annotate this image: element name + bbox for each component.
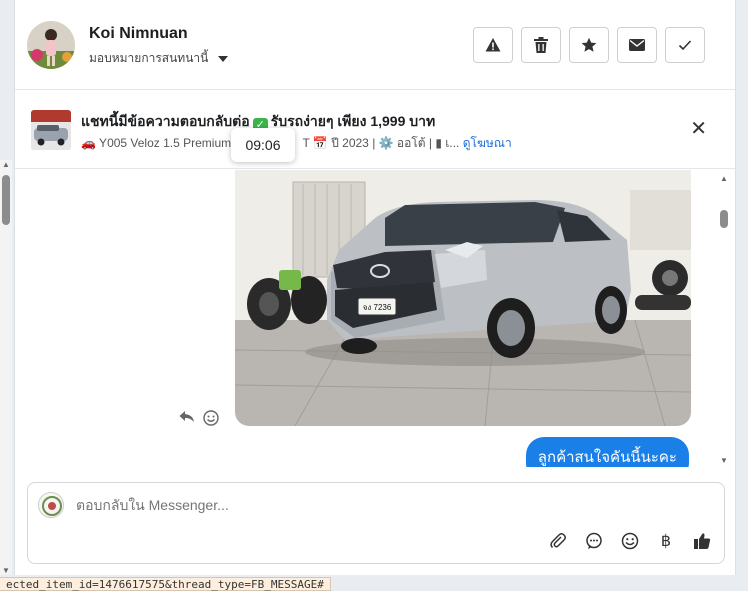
- emoji-icon[interactable]: [620, 531, 640, 551]
- message-thread: จง 7236 ลูกค้าสนใจคันนี้นะคะ ▲ ▼: [15, 170, 735, 467]
- saved-replies-icon[interactable]: [584, 531, 604, 551]
- star-button[interactable]: [569, 27, 609, 63]
- ad-title-text: แชทนี้มีข้อความตอบกลับต่อ: [81, 113, 250, 129]
- license-plate: จง 7236: [363, 303, 392, 312]
- close-icon[interactable]: ✕: [690, 119, 707, 139]
- warning-icon: [485, 38, 501, 52]
- browser-status-url: ected_item_id=1476617575&thread_type=FB_…: [0, 577, 331, 591]
- payment-baht-icon[interactable]: ฿: [656, 531, 676, 551]
- ad-subtitle-model: 🚗 Y005 Veloz 1.5 Premium: [81, 136, 232, 150]
- scroll-down-arrow-icon[interactable]: ▼: [720, 456, 728, 465]
- scroll-up-arrow-icon[interactable]: ▲: [2, 160, 10, 169]
- trash-icon: [534, 37, 548, 53]
- check-icon: [678, 40, 692, 51]
- contact-avatar[interactable]: [27, 21, 75, 69]
- mark-done-button[interactable]: [665, 27, 705, 63]
- timestamp-tooltip: 09:06: [231, 128, 295, 162]
- message-composer: ฿: [27, 482, 725, 564]
- ad-subtitle: 🚗 Y005 Veloz 1.5 Premium T 📅 ปี 2023 | ⚙…: [81, 134, 512, 153]
- page-avatar: [38, 492, 64, 518]
- attachment-icon[interactable]: [548, 531, 568, 551]
- assign-conversation-label: มอบหมายการสนทนานี้: [89, 51, 209, 65]
- envelope-icon: [629, 39, 645, 51]
- view-ad-link[interactable]: ดูโฆษณา: [463, 136, 512, 150]
- ad-subtitle-details: T 📅 ปี 2023 | ⚙️ ออโต้ | ▮ เ...: [302, 136, 460, 150]
- scroll-down-arrow-icon[interactable]: ▼: [2, 566, 10, 575]
- thread-scrollbar[interactable]: ▲ ▼: [719, 170, 729, 467]
- header-action-buttons: [473, 27, 705, 63]
- car-photo-message[interactable]: จง 7236: [235, 170, 691, 426]
- thread-scrollbar-thumb[interactable]: [720, 210, 728, 228]
- ad-context-bar: แชทนี้มีข้อความตอบกลับต่อ ✓ รับรถง่ายๆ เพี…: [15, 91, 735, 169]
- conversation-header: Koi Nimnuan มอบหมายการสนทนานี้: [15, 0, 735, 90]
- report-spam-button[interactable]: [473, 27, 513, 63]
- ad-thumbnail[interactable]: [31, 110, 71, 150]
- message-actions: [179, 410, 219, 426]
- thumbs-up-icon[interactable]: [692, 531, 712, 551]
- delete-button[interactable]: [521, 27, 561, 63]
- contact-name: Koi Nimnuan: [89, 25, 188, 42]
- star-icon: [581, 37, 597, 52]
- react-emoji-icon[interactable]: [203, 410, 219, 426]
- caret-down-icon: [218, 55, 229, 62]
- ad-title-offer: รับรถง่ายๆ เพียง 1,999 บาท: [270, 113, 436, 129]
- reply-icon[interactable]: [179, 410, 195, 424]
- mark-unread-button[interactable]: [617, 27, 657, 63]
- composer-tools: ฿: [548, 531, 712, 551]
- page-scrollbar-thumb[interactable]: [2, 175, 10, 225]
- assign-conversation-dropdown[interactable]: มอบหมายการสนทนานี้: [89, 49, 229, 68]
- scroll-up-arrow-icon[interactable]: ▲: [720, 174, 728, 183]
- reply-input[interactable]: [76, 497, 576, 513]
- page-scrollbar[interactable]: ▲ ▼: [0, 160, 12, 575]
- outgoing-message-bubble[interactable]: ลูกค้าสนใจคันนี้นะคะ: [525, 437, 689, 467]
- conversation-panel: Koi Nimnuan มอบหมายการสนทนานี้ แชทนี้มีข…: [14, 0, 736, 575]
